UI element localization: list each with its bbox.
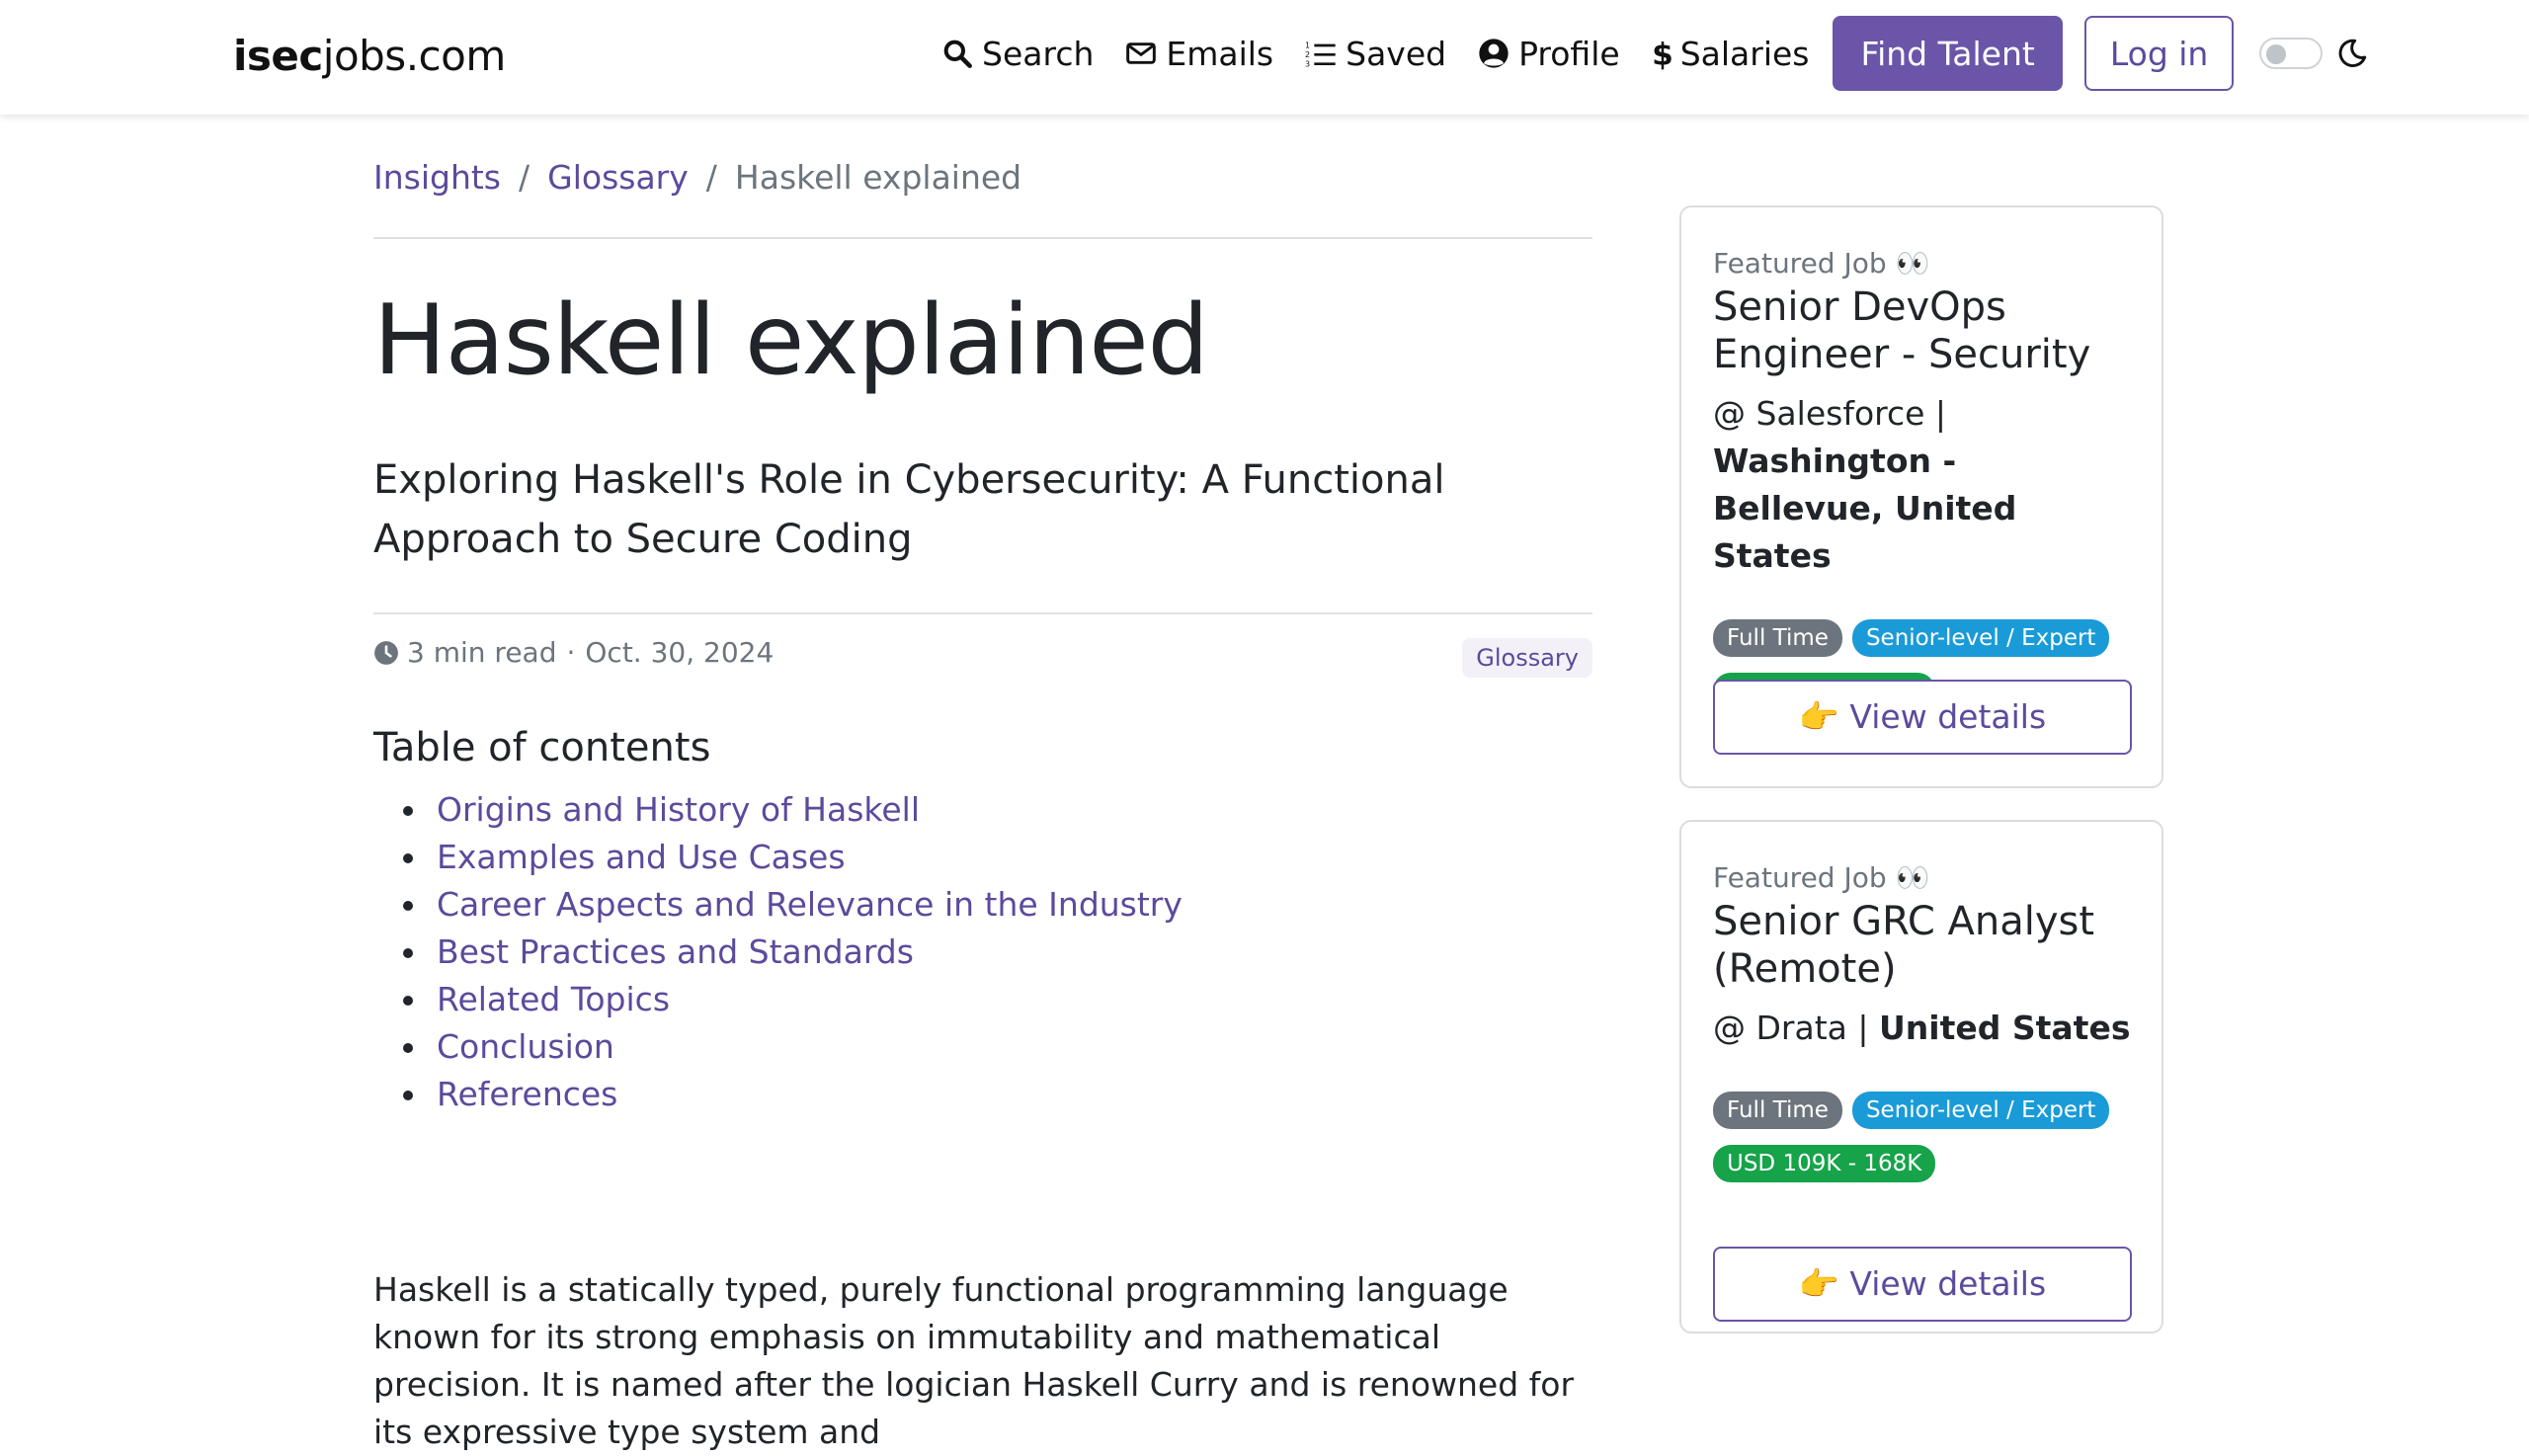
breadcrumb-current: Haskell explained [734,158,1022,197]
page-title: Haskell explained [373,284,1209,397]
job-type-badge: Full Time [1713,1092,1842,1129]
list-icon: 123 [1305,41,1336,68]
clock-icon [374,640,398,665]
login-button[interactable]: Log in [2083,16,2235,91]
table-of-contents: Origins and History of Haskell Examples … [403,786,1183,1118]
nav-emails-label: Emails [1166,34,1274,73]
job-title[interactable]: Senior DevOps Engineer - Security [1713,283,2138,378]
toc-item[interactable]: Career Aspects and Relevance in the Indu… [403,881,1183,929]
company-sep: | [1857,1009,1869,1047]
nav-saved-label: Saved [1346,34,1447,73]
svg-text:3: 3 [1305,59,1310,68]
nav-search[interactable]: Search [941,16,1094,91]
job-company: @ Salesforce | Washington - Bellevue, Un… [1713,390,2138,580]
nav-salaries[interactable]: $ Salaries [1652,16,1810,91]
toc-link[interactable]: Related Topics [437,980,670,1018]
toc-item[interactable]: Related Topics [403,976,1183,1023]
nav-emails[interactable]: Emails [1125,16,1273,91]
job-location: Washington - Bellevue, United States [1713,442,2017,575]
job-type-badge: Full Time [1713,619,1842,657]
job-title[interactable]: Senior GRC Analyst (Remote) [1713,898,2138,993]
nav-saved[interactable]: 123 Saved [1305,16,1446,91]
toc-link[interactable]: Conclusion [437,1027,614,1066]
toc-item[interactable]: Examples and Use Cases [403,834,1183,881]
category-badge[interactable]: Glossary [1462,638,1592,678]
svg-text:$: $ [1652,37,1672,70]
company-name: @ Drata [1713,1009,1847,1047]
find-talent-button[interactable]: Find Talent [1833,16,2063,91]
view-details-button[interactable]: 👉 View details [1713,1247,2132,1322]
breadcrumb: Insights / Glossary / Haskell explained [373,158,1021,197]
publish-date: Oct. 30, 2024 [585,636,775,669]
breadcrumb-sep: / [705,158,717,197]
toc-title: Table of contents [373,725,711,770]
toggle-knob [2266,44,2287,64]
breadcrumb-glossary[interactable]: Glossary [547,158,689,197]
divider [373,612,1592,614]
meta-dot: · [566,636,576,669]
job-badges: Full Time Senior-level / Expert USD 109K… [1713,1092,2138,1182]
page-subtitle: Exploring Haskell's Role in Cybersecurit… [373,457,1445,562]
toc-link[interactable]: References [437,1075,617,1113]
view-details-button[interactable]: 👉 View details [1713,680,2132,755]
toc-item[interactable]: Best Practices and Standards [403,929,1183,976]
dollar-icon: $ [1652,37,1672,70]
toc-item[interactable]: References [403,1071,1183,1118]
toc-link[interactable]: Best Practices and Standards [437,932,914,971]
read-time: 3 min read [407,636,557,669]
svg-text:1: 1 [1305,41,1310,50]
job-company: @ Drata | United States [1713,1005,2138,1052]
user-circle-icon [1479,39,1509,68]
brand-logo[interactable]: isecjobs.com [233,32,506,80]
toc-link[interactable]: Examples and Use Cases [437,838,846,876]
toc-item[interactable]: Conclusion [403,1023,1183,1071]
featured-job-card: Featured Job 👀 Senior DevOps Engineer - … [1679,205,2163,788]
brand-rest: jobs.com [322,32,506,80]
article-meta: 3 min read · Oct. 30, 2024 [373,636,774,669]
job-level-badge: Senior-level / Expert [1851,1092,2110,1129]
job-location: United States [1878,1009,2131,1047]
nav-salaries-label: Salaries [1679,34,1810,73]
company-name: @ Salesforce [1713,394,1925,433]
job-salary-badge: USD 109K - 168K [1713,1145,1936,1182]
toc-item[interactable]: Origins and History of Haskell [403,786,1183,834]
nav-items: Search Emails 123 Saved Profile $ Salari… [941,16,2368,91]
brand-bold: isec [233,32,323,80]
moon-icon [2336,38,2368,69]
featured-label: Featured Job 👀 [1713,861,1930,894]
breadcrumb-sep: / [519,158,530,197]
toc-link[interactable]: Origins and History of Haskell [437,790,920,829]
nav-profile[interactable]: Profile [1478,16,1620,91]
featured-label: Featured Job 👀 [1713,247,1930,280]
svg-text:2: 2 [1305,50,1310,59]
article-body: Haskell is a statically typed, purely fu… [373,1270,1575,1451]
company-sep: | [1934,394,1947,433]
navbar: isecjobs.com Search Emails 123 Saved Pro… [0,0,2529,115]
search-icon [943,40,972,68]
breadcrumb-insights[interactable]: Insights [373,158,501,197]
nav-profile-label: Profile [1518,34,1620,73]
toc-link[interactable]: Career Aspects and Relevance in the Indu… [437,885,1183,924]
divider [373,237,1592,239]
job-level-badge: Senior-level / Expert [1851,619,2110,657]
nav-search-label: Search [982,34,1095,73]
envelope-icon [1126,42,1157,64]
featured-job-card: Featured Job 👀 Senior GRC Analyst (Remot… [1679,820,2163,1334]
theme-toggle[interactable] [2259,38,2324,69]
